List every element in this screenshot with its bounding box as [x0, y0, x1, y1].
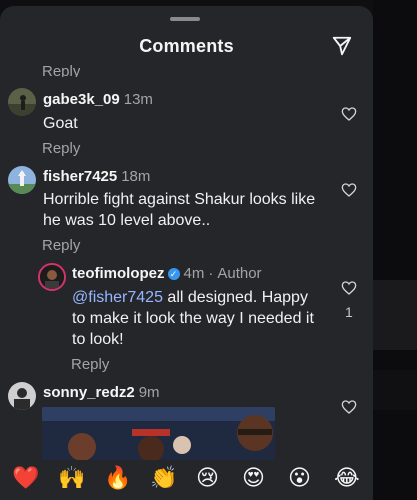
- comment-username[interactable]: fisher7425 18m: [43, 168, 150, 185]
- verified-badge-icon: ✓: [167, 268, 180, 280]
- reply-button[interactable]: Reply: [42, 237, 80, 254]
- comment-text: Goat: [43, 115, 78, 132]
- emoji-crying-face[interactable]: 😢: [196, 466, 219, 491]
- comment-text: Horrible fight against Shakur looks like…: [43, 191, 316, 229]
- emoji-heart-eyes[interactable]: 😍: [242, 466, 265, 491]
- heart-icon[interactable]: [341, 399, 357, 415]
- avatar[interactable]: [8, 166, 36, 194]
- comment-time: 9m: [138, 384, 160, 401]
- comment-username[interactable]: teofimolopez ✓ 4m · Author: [72, 265, 262, 282]
- comment-username[interactable]: sonny_redz2 9m: [43, 384, 160, 401]
- heart-icon[interactable]: [341, 280, 357, 296]
- emoji-raised-hands[interactable]: 🙌: [58, 466, 85, 491]
- like-count: 1: [345, 304, 353, 320]
- author-tag-separator: ·: [208, 265, 214, 282]
- emoji-surprised-face[interactable]: 😮: [288, 466, 311, 491]
- drag-handle[interactable]: [170, 17, 200, 21]
- background-block: [373, 280, 417, 350]
- sheet-title: Comments: [139, 36, 234, 56]
- reply-button[interactable]: Reply: [71, 356, 109, 373]
- mention-link[interactable]: @fisher7425: [72, 289, 163, 306]
- comment-text: @fisher7425 all designed. Happy to make …: [72, 287, 324, 350]
- comment-time: 18m: [121, 168, 151, 185]
- reply-button[interactable]: Reply: [42, 63, 80, 77]
- comment-media-image[interactable]: [42, 407, 275, 462]
- heart-icon[interactable]: [341, 182, 357, 198]
- emoji-quick-bar: ❤️ 🙌 🔥 👏 😢 😍 😮 😂: [0, 460, 373, 500]
- comment-time: 13m: [123, 91, 153, 108]
- comment-time: 4m: [183, 265, 205, 282]
- emoji-laughing-face[interactable]: 😂: [334, 466, 360, 491]
- author-tag: Author: [217, 265, 262, 282]
- comment-username[interactable]: gabe3k_09 13m: [43, 91, 153, 108]
- heart-icon[interactable]: [341, 106, 357, 122]
- paper-plane-icon[interactable]: [331, 35, 353, 57]
- emoji-clapping-hands[interactable]: 👏: [150, 466, 177, 491]
- avatar[interactable]: [8, 88, 36, 116]
- emoji-fire[interactable]: 🔥: [104, 466, 131, 491]
- reply-button[interactable]: Reply: [42, 140, 80, 157]
- avatar[interactable]: [8, 382, 36, 410]
- avatar[interactable]: [38, 263, 66, 291]
- background-page-edge: [373, 0, 417, 500]
- background-block: [373, 370, 417, 410]
- emoji-red-heart[interactable]: ❤️: [12, 466, 39, 491]
